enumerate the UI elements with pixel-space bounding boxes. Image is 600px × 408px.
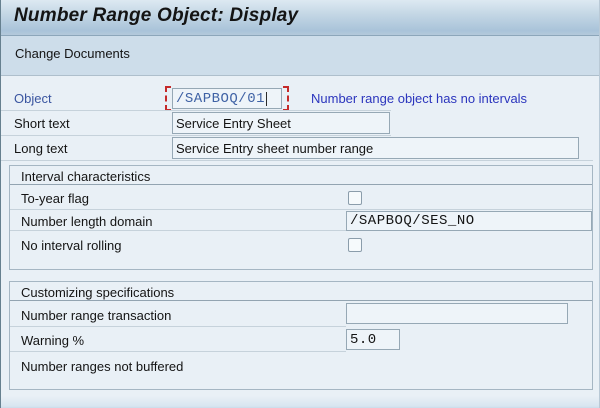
number-length-domain-input[interactable]: /SAPBOQ/SES_NO	[346, 211, 592, 231]
buffering-note: Number ranges not buffered	[21, 359, 184, 374]
change-documents-button[interactable]: Change Documents	[15, 46, 130, 61]
interval-characteristics-title: Interval characteristics	[21, 169, 151, 184]
application-toolbar: Change Documents	[1, 36, 599, 76]
short-text-label: Short text	[14, 116, 70, 131]
row-separator	[1, 135, 391, 136]
long-text-label: Long text	[14, 141, 68, 156]
row-separator	[10, 230, 346, 231]
row-separator	[1, 160, 593, 161]
no-interval-rolling-checkbox[interactable]	[348, 238, 362, 252]
group-title-underline	[10, 300, 592, 301]
title-bar: Number Range Object: Display	[1, 0, 599, 36]
window-bottom-edge	[1, 396, 599, 408]
row-separator	[1, 110, 391, 111]
object-input[interactable]: /SAPBOQ/01	[172, 88, 282, 109]
focus-bracket-left-icon	[165, 86, 171, 111]
warning-percent-value: 5.0	[350, 331, 377, 348]
number-length-domain-value: /SAPBOQ/SES_NO	[350, 213, 475, 229]
row-separator	[10, 351, 346, 352]
to-year-flag-label: To-year flag	[21, 191, 89, 206]
short-text-value: Service Entry Sheet	[176, 115, 291, 131]
short-text-input[interactable]: Service Entry Sheet	[172, 112, 390, 134]
object-label: Object	[14, 91, 52, 106]
no-interval-rolling-label: No interval rolling	[21, 238, 122, 253]
status-message: Number range object has no intervals	[311, 91, 528, 106]
customizing-specifications-title: Customizing specifications	[21, 285, 175, 300]
row-separator	[10, 326, 346, 327]
row-separator	[10, 209, 592, 210]
warning-percent-label: Warning %	[21, 333, 85, 348]
sap-window: Number Range Object: Display Change Docu…	[0, 0, 600, 408]
long-text-value: Service Entry sheet number range	[176, 140, 374, 156]
number-length-domain-label: Number length domain	[21, 214, 153, 229]
object-value: /SAPBOQ/01	[176, 90, 266, 107]
text-cursor	[266, 91, 268, 106]
number-range-transaction-label: Number range transaction	[21, 308, 172, 323]
warning-percent-input[interactable]: 5.0	[346, 329, 400, 350]
number-range-transaction-input[interactable]	[346, 303, 568, 324]
page-title: Number Range Object: Display	[14, 5, 299, 26]
group-title-underline	[10, 184, 592, 185]
focus-bracket-right-icon	[283, 86, 289, 111]
to-year-flag-checkbox[interactable]	[348, 191, 362, 205]
long-text-input[interactable]: Service Entry sheet number range	[172, 137, 579, 159]
